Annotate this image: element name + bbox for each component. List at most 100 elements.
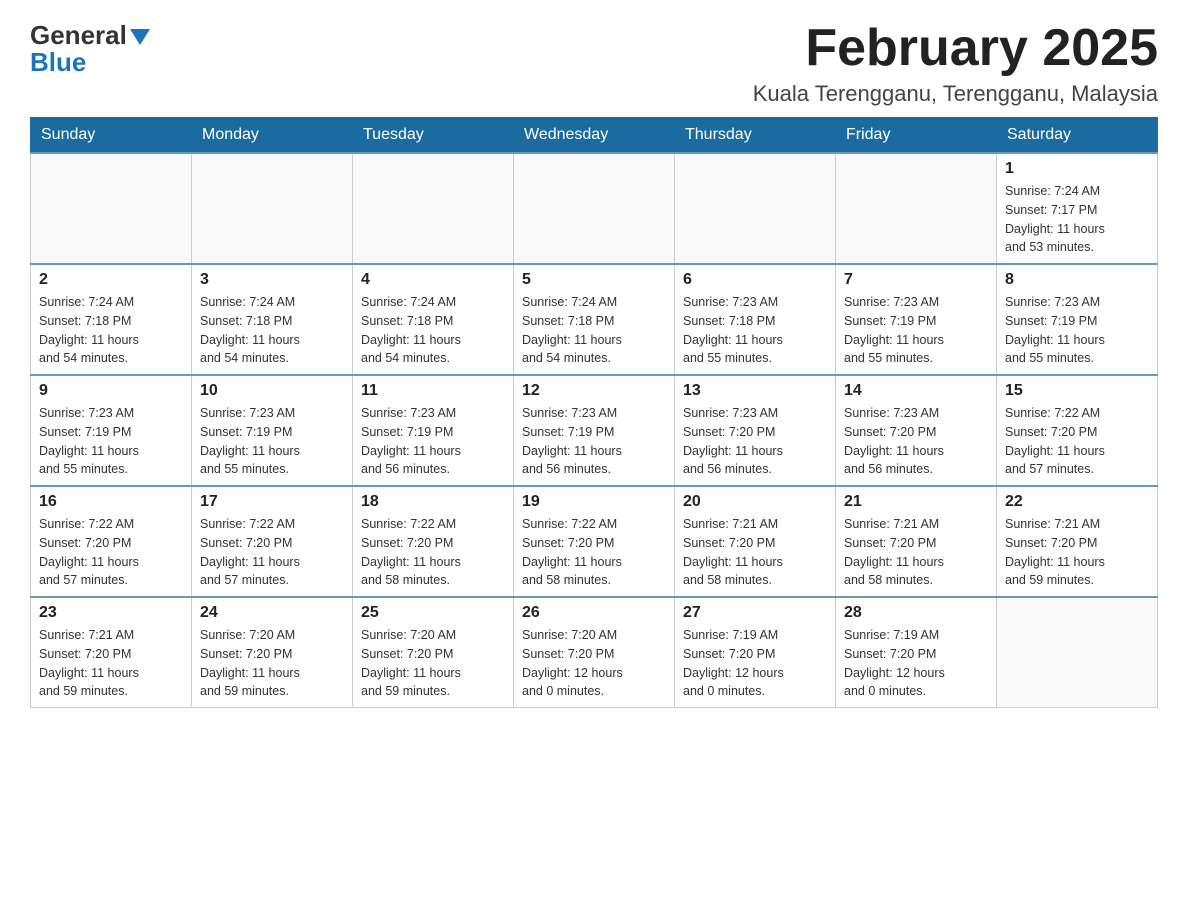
day-number: 25 — [361, 604, 505, 622]
calendar-cell: 21 Sunrise: 7:21 AMSunset: 7:20 PMDayligh… — [836, 486, 997, 597]
weekday-header-sunday: Sunday — [31, 118, 192, 154]
calendar-cell: 2Sunrise: 7:24 AMSunset: 7:18 PMDaylight… — [31, 264, 192, 375]
calendar-cell: 12 Sunrise: 7:23 AMSunset: 7:19 PMDayligh… — [514, 375, 675, 486]
title-block: February 2025 Kuala Terengganu, Terengga… — [753, 20, 1158, 107]
day-info: Sunrise: 7:24 AMSunset: 7:17 PMDaylight:… — [1005, 182, 1149, 257]
day-number: 19 — [522, 493, 666, 511]
calendar-cell: 10 Sunrise: 7:23 AMSunset: 7:19 PMDayligh… — [192, 375, 353, 486]
calendar-cell — [836, 153, 997, 264]
calendar-cell: 22Sunrise: 7:21 AMSunset: 7:20 PMDayligh… — [997, 486, 1158, 597]
day-number: 7 — [844, 271, 988, 289]
calendar-cell: 28 Sunrise: 7:19 AMSunset: 7:20 PMDayligh… — [836, 597, 997, 708]
day-info: Sunrise: 7:23 AMSunset: 7:19 PMDaylight:… — [361, 404, 505, 479]
calendar-cell: 7 Sunrise: 7:23 AMSunset: 7:19 PMDaylight… — [836, 264, 997, 375]
day-info: Sunrise: 7:22 AMSunset: 7:20 PMDaylight:… — [522, 515, 666, 590]
calendar-cell: 15 Sunrise: 7:22 AMSunset: 7:20 PMDayligh… — [997, 375, 1158, 486]
day-number: 28 — [844, 604, 988, 622]
day-number: 6 — [683, 271, 827, 289]
weekday-header-tuesday: Tuesday — [353, 118, 514, 154]
page-header: General Blue February 2025 Kuala Terengg… — [30, 20, 1158, 107]
day-info: Sunrise: 7:21 AMSunset: 7:20 PMDaylight:… — [1005, 515, 1149, 590]
calendar-week-4: 16 Sunrise: 7:22 AMSunset: 7:20 PMDayligh… — [31, 486, 1158, 597]
calendar-cell: 17 Sunrise: 7:22 AMSunset: 7:20 PMDayligh… — [192, 486, 353, 597]
day-number: 1 — [1005, 160, 1149, 178]
calendar-cell — [514, 153, 675, 264]
day-number: 11 — [361, 382, 505, 400]
calendar-week-5: 23 Sunrise: 7:21 AMSunset: 7:20 PMDayligh… — [31, 597, 1158, 708]
calendar-cell — [675, 153, 836, 264]
day-number: 21 — [844, 493, 988, 511]
calendar-cell: 8 Sunrise: 7:23 AMSunset: 7:19 PMDaylight… — [997, 264, 1158, 375]
day-number: 23 — [39, 604, 183, 622]
day-number: 17 — [200, 493, 344, 511]
calendar-cell: 11 Sunrise: 7:23 AMSunset: 7:19 PMDayligh… — [353, 375, 514, 486]
day-info: Sunrise: 7:23 AMSunset: 7:19 PMDaylight:… — [1005, 293, 1149, 368]
day-info: Sunrise: 7:24 AMSunset: 7:18 PMDaylight:… — [522, 293, 666, 368]
day-info: Sunrise: 7:22 AMSunset: 7:20 PMDaylight:… — [1005, 404, 1149, 479]
day-number: 12 — [522, 382, 666, 400]
calendar-header-row: SundayMondayTuesdayWednesdayThursdayFrid… — [31, 118, 1158, 154]
day-info: Sunrise: 7:23 AMSunset: 7:19 PMDaylight:… — [844, 293, 988, 368]
day-number: 10 — [200, 382, 344, 400]
day-info: Sunrise: 7:19 AMSunset: 7:20 PMDaylight:… — [683, 626, 827, 701]
day-info: Sunrise: 7:23 AMSunset: 7:20 PMDaylight:… — [683, 404, 827, 479]
day-info: Sunrise: 7:21 AMSunset: 7:20 PMDaylight:… — [39, 626, 183, 701]
day-number: 27 — [683, 604, 827, 622]
day-number: 18 — [361, 493, 505, 511]
month-title: February 2025 — [753, 20, 1158, 77]
calendar-cell — [353, 153, 514, 264]
day-info: Sunrise: 7:21 AMSunset: 7:20 PMDaylight:… — [844, 515, 988, 590]
calendar-cell: 19 Sunrise: 7:22 AMSunset: 7:20 PMDayligh… — [514, 486, 675, 597]
day-info: Sunrise: 7:19 AMSunset: 7:20 PMDaylight:… — [844, 626, 988, 701]
calendar-cell — [31, 153, 192, 264]
day-number: 5 — [522, 271, 666, 289]
calendar-cell: 25Sunrise: 7:20 AMSunset: 7:20 PMDayligh… — [353, 597, 514, 708]
calendar-cell: 27 Sunrise: 7:19 AMSunset: 7:20 PMDayligh… — [675, 597, 836, 708]
calendar-cell: 9 Sunrise: 7:23 AMSunset: 7:19 PMDaylight… — [31, 375, 192, 486]
day-number: 3 — [200, 271, 344, 289]
calendar-cell: 1 Sunrise: 7:24 AMSunset: 7:17 PMDaylight… — [997, 153, 1158, 264]
calendar-week-1: 1 Sunrise: 7:24 AMSunset: 7:17 PMDaylight… — [31, 153, 1158, 264]
day-info: Sunrise: 7:23 AMSunset: 7:19 PMDaylight:… — [522, 404, 666, 479]
weekday-header-saturday: Saturday — [997, 118, 1158, 154]
day-number: 15 — [1005, 382, 1149, 400]
day-info: Sunrise: 7:23 AMSunset: 7:19 PMDaylight:… — [39, 404, 183, 479]
day-number: 9 — [39, 382, 183, 400]
calendar-cell: 20Sunrise: 7:21 AMSunset: 7:20 PMDayligh… — [675, 486, 836, 597]
calendar-cell: 24 Sunrise: 7:20 AMSunset: 7:20 PMDayligh… — [192, 597, 353, 708]
logo-arrow-icon — [130, 29, 150, 45]
day-info: Sunrise: 7:20 AMSunset: 7:20 PMDaylight:… — [200, 626, 344, 701]
weekday-header-wednesday: Wednesday — [514, 118, 675, 154]
location-title: Kuala Terengganu, Terengganu, Malaysia — [753, 81, 1158, 107]
calendar-cell: 18Sunrise: 7:22 AMSunset: 7:20 PMDayligh… — [353, 486, 514, 597]
day-number: 16 — [39, 493, 183, 511]
calendar-cell — [192, 153, 353, 264]
day-info: Sunrise: 7:24 AMSunset: 7:18 PMDaylight:… — [39, 293, 183, 368]
day-number: 8 — [1005, 271, 1149, 289]
day-number: 24 — [200, 604, 344, 622]
day-number: 4 — [361, 271, 505, 289]
calendar-cell: 16Sunrise: 7:22 AMSunset: 7:20 PMDayligh… — [31, 486, 192, 597]
day-info: Sunrise: 7:22 AMSunset: 7:20 PMDaylight:… — [200, 515, 344, 590]
calendar-cell: 23 Sunrise: 7:21 AMSunset: 7:20 PMDayligh… — [31, 597, 192, 708]
day-info: Sunrise: 7:23 AMSunset: 7:18 PMDaylight:… — [683, 293, 827, 368]
day-info: Sunrise: 7:21 AMSunset: 7:20 PMDaylight:… — [683, 515, 827, 590]
day-info: Sunrise: 7:23 AMSunset: 7:19 PMDaylight:… — [200, 404, 344, 479]
weekday-header-friday: Friday — [836, 118, 997, 154]
calendar-cell — [997, 597, 1158, 708]
logo: General Blue — [30, 20, 150, 78]
day-number: 26 — [522, 604, 666, 622]
calendar-cell: 4 Sunrise: 7:24 AMSunset: 7:18 PMDaylight… — [353, 264, 514, 375]
day-info: Sunrise: 7:20 AMSunset: 7:20 PMDaylight:… — [522, 626, 666, 701]
calendar-week-2: 2Sunrise: 7:24 AMSunset: 7:18 PMDaylight… — [31, 264, 1158, 375]
calendar-cell: 14Sunrise: 7:23 AMSunset: 7:20 PMDayligh… — [836, 375, 997, 486]
day-info: Sunrise: 7:24 AMSunset: 7:18 PMDaylight:… — [200, 293, 344, 368]
day-info: Sunrise: 7:24 AMSunset: 7:18 PMDaylight:… — [361, 293, 505, 368]
logo-blue-text: Blue — [30, 47, 86, 78]
day-number: 13 — [683, 382, 827, 400]
calendar-cell: 6 Sunrise: 7:23 AMSunset: 7:18 PMDaylight… — [675, 264, 836, 375]
calendar-table: SundayMondayTuesdayWednesdayThursdayFrid… — [30, 117, 1158, 708]
day-info: Sunrise: 7:23 AMSunset: 7:20 PMDaylight:… — [844, 404, 988, 479]
calendar-cell: 3 Sunrise: 7:24 AMSunset: 7:18 PMDaylight… — [192, 264, 353, 375]
calendar-cell: 5 Sunrise: 7:24 AMSunset: 7:18 PMDaylight… — [514, 264, 675, 375]
